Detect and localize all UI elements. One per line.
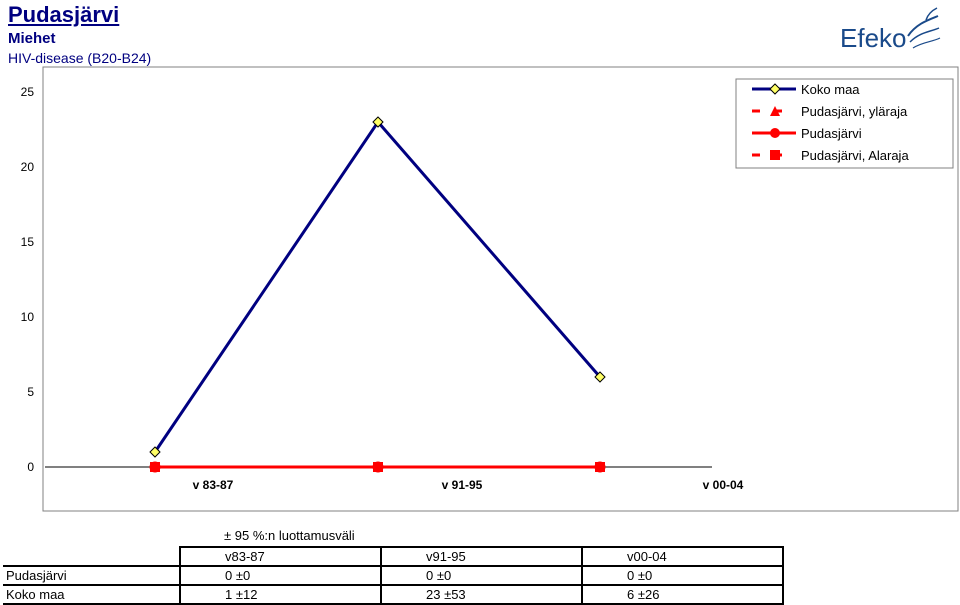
square-marker	[770, 150, 780, 160]
legend-label: Koko maa	[801, 82, 860, 97]
y-tick-label: 5	[27, 385, 34, 399]
x-tick-label: v 83-87	[193, 478, 234, 492]
legend-label: Pudasjärvi	[801, 126, 862, 141]
table-cell: 1 ±12	[179, 584, 381, 605]
y-tick-label: 0	[27, 460, 34, 474]
table-row: Pudasjärvi 0 ±0 0 ±0 0 ±0	[3, 565, 784, 585]
circle-marker	[770, 128, 780, 138]
confidence-interval-label: ± 95 %:n luottamusväli	[224, 528, 355, 543]
table-cell: 0 ±0	[380, 565, 582, 585]
circle-marker	[594, 461, 606, 473]
y-axis-ticks: 0 5 10 15 20 25	[21, 85, 35, 474]
table-cell: 23 ±53	[380, 584, 582, 605]
efeko-logo: Efeko	[840, 7, 941, 53]
column-header: v91-95	[380, 546, 582, 566]
table-header-row: v83-87 v91-95 v00-04	[3, 546, 784, 566]
table-corner	[3, 547, 180, 566]
legend-label: Pudasjärvi, Alaraja	[801, 148, 909, 163]
y-tick-label: 15	[21, 235, 35, 249]
y-tick-label: 20	[21, 160, 35, 174]
page-title: Pudasjärvi	[8, 2, 120, 27]
circle-marker	[372, 461, 384, 473]
logo-text: Efeko	[840, 23, 907, 53]
column-header: v83-87	[179, 546, 381, 566]
table-cell: 0 ±0	[581, 565, 784, 585]
row-label: Pudasjärvi	[3, 565, 180, 585]
line-chart: 0 5 10 15 20 25 v 83-87 v 91-95 v 00-04 Koko ma…	[21, 66, 959, 512]
column-header: v00-04	[581, 546, 784, 566]
legend: Koko maa Pudasjärvi, yläraja Pudasjärvi Pud…	[735, 78, 954, 169]
data-table: v83-87 v91-95 v00-04 Pudasjärvi 0 ±0 0 ±…	[3, 546, 784, 605]
y-tick-label: 10	[21, 310, 35, 324]
logo-swoosh	[912, 37, 941, 49]
table-cell: 0 ±0	[179, 565, 381, 585]
legend-label: Pudasjärvi, yläraja	[801, 104, 908, 119]
x-tick-label: v 91-95	[442, 478, 483, 492]
table-row: Koko maa 1 ±12 23 ±53 6 ±26	[3, 584, 784, 605]
subtitle-disease: HIV-disease (B20-B24)	[8, 50, 152, 66]
subtitle-gender: Miehet	[8, 30, 56, 47]
y-tick-label: 25	[21, 85, 35, 99]
table-cell: 6 ±26	[581, 584, 784, 605]
x-tick-label: v 00-04	[703, 478, 744, 492]
row-label: Koko maa	[3, 584, 180, 605]
circle-marker	[149, 461, 161, 473]
